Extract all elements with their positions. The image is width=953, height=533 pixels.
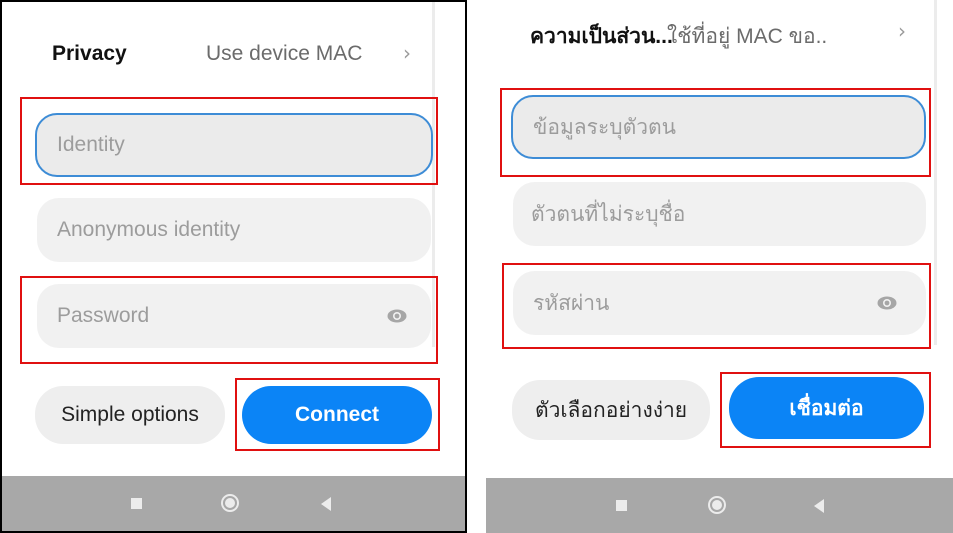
circle-icon[interactable] <box>221 494 239 512</box>
anonymous-identity-input[interactable]: ตัวตนที่ไม่ระบุชื่อ <box>513 182 926 246</box>
privacy-value: ใช้ที่อยู่ MAC ขอ.. <box>667 25 828 48</box>
privacy-row[interactable]: ความเป็นส่วน... ใช้ที่อยู่ MAC ขอ.. <box>530 20 910 53</box>
anonymous-identity-placeholder: Anonymous identity <box>57 218 241 241</box>
connect-button[interactable]: Connect <box>242 386 432 444</box>
privacy-label: Privacy <box>52 42 127 65</box>
identity-input[interactable]: ข้อมูลระบุตัวตน <box>511 95 926 159</box>
triangle-back-icon[interactable] <box>814 499 824 513</box>
identity-input[interactable]: Identity <box>35 113 433 177</box>
triangle-back-icon[interactable] <box>321 497 331 511</box>
password-input[interactable]: รหัสผ่าน <box>513 271 926 335</box>
privacy-label: ความเป็นส่วน... <box>530 25 673 48</box>
navigation-bar <box>486 478 953 533</box>
circle-icon[interactable] <box>708 496 726 514</box>
privacy-value: Use device MAC <box>206 42 363 65</box>
password-placeholder: Password <box>57 304 150 327</box>
eye-icon[interactable] <box>877 296 897 310</box>
anonymous-identity-input[interactable]: Anonymous identity <box>37 198 431 262</box>
eye-icon[interactable] <box>387 309 407 323</box>
english-wifi-form: Privacy Use device MAC › Identity Anonym… <box>0 0 467 533</box>
simple-options-button[interactable]: ตัวเลือกอย่างง่าย <box>512 380 710 440</box>
scroll-edge <box>934 0 937 345</box>
password-input[interactable]: Password <box>37 284 431 348</box>
navigation-bar <box>2 476 465 531</box>
simple-options-button[interactable]: Simple options <box>35 386 225 444</box>
square-icon[interactable] <box>131 498 142 509</box>
square-icon[interactable] <box>616 500 627 511</box>
connect-button[interactable]: เชื่อมต่อ <box>729 377 924 439</box>
thai-wifi-form: ความเป็นส่วน... ใช้ที่อยู่ MAC ขอ.. › ข้… <box>486 0 953 533</box>
scroll-edge <box>432 2 435 347</box>
anonymous-identity-placeholder: ตัวตนที่ไม่ระบุชื่อ <box>531 202 686 226</box>
password-placeholder: รหัสผ่าน <box>533 291 610 315</box>
identity-placeholder: ข้อมูลระบุตัวตน <box>533 115 676 139</box>
chevron-right-icon: › <box>898 19 906 43</box>
chevron-right-icon: › <box>403 41 411 65</box>
identity-placeholder: Identity <box>57 133 125 156</box>
privacy-row[interactable]: Privacy Use device MAC <box>52 42 432 66</box>
